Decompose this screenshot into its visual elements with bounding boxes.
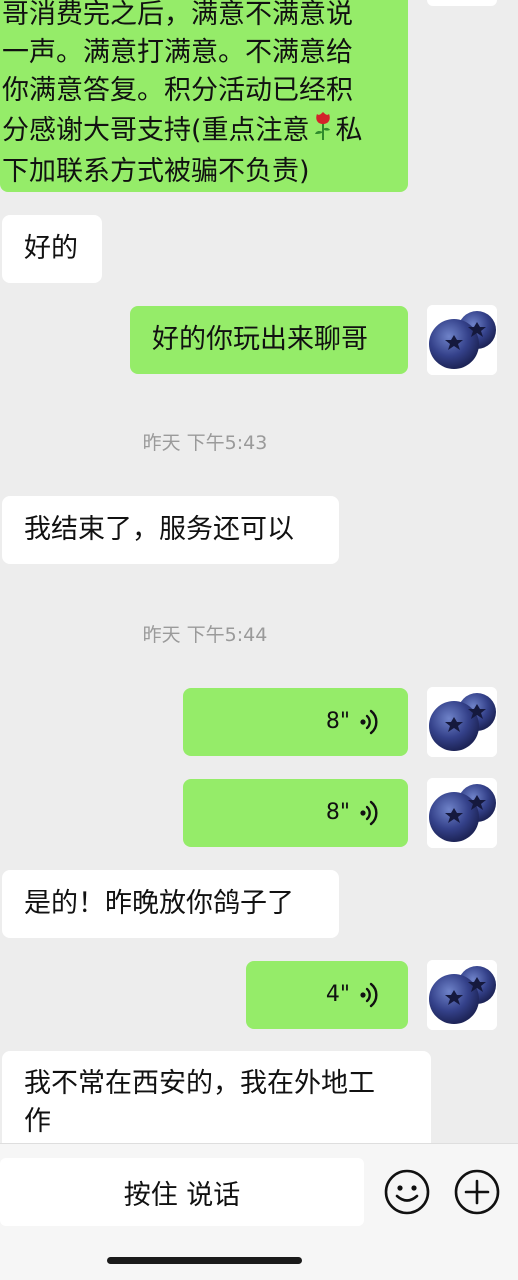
message-text: 是的！昨晚放你鸽子了: [24, 888, 294, 919]
message-line: 我不常在西安的，我在外地工: [24, 1068, 375, 1099]
voice-duration: 8": [325, 800, 350, 825]
voice-wave-icon: [359, 709, 378, 735]
message-text: 好的: [24, 233, 78, 264]
message-text: 好的你玩出来聊哥: [152, 324, 368, 355]
timestamp: 昨天 下午5:43: [142, 432, 268, 454]
message-bubble-incoming[interactable]: 我结束了，服务还可以: [2, 496, 339, 564]
message-line: 作: [24, 1106, 51, 1137]
message-line: 哥消费完之后，满意不满意说: [2, 0, 353, 30]
avatar-edge: [427, 0, 497, 6]
blueberry-avatar: [427, 687, 497, 757]
avatar[interactable]: [427, 687, 497, 757]
voice-message-bubble[interactable]: 4": [246, 961, 408, 1029]
message-text: 我结束了，服务还可以: [24, 514, 294, 545]
plus-circle-icon[interactable]: [453, 1168, 501, 1216]
blueberry-avatar: [427, 960, 497, 1030]
message-bubble-outgoing[interactable]: 好的你玩出来聊哥: [130, 306, 408, 374]
smiley-icon[interactable]: [383, 1168, 431, 1216]
message-bubble-incoming[interactable]: 是的！昨晚放你鸽子了: [2, 870, 339, 938]
message-line: 下加联系方式被骗不负责): [2, 156, 310, 187]
home-indicator[interactable]: [107, 1257, 302, 1264]
message-bubble-incoming[interactable]: 我不常在西安的，我在外地工 作: [2, 1051, 431, 1143]
blueberry-avatar: [427, 305, 497, 375]
avatar[interactable]: [427, 778, 497, 848]
voice-message-bubble[interactable]: 8": [183, 688, 408, 756]
chat-area[interactable]: 哥消费完之后，满意不满意说 一声。满意打满意。不满意给 你满意答复。积分活动已经…: [0, 0, 518, 1143]
voice-duration: 8": [325, 709, 350, 734]
message-fragment: 分感谢大哥支持(重点注意: [2, 115, 310, 146]
avatar[interactable]: [427, 305, 497, 375]
message-fragment: 私: [335, 115, 363, 146]
message-line: 你满意答复。积分活动已经积: [2, 75, 353, 106]
voice-message-bubble[interactable]: 8": [183, 779, 408, 847]
message-bubble-outgoing[interactable]: 哥消费完之后，满意不满意说 一声。满意打满意。不满意给 你满意答复。积分活动已经…: [0, 0, 408, 192]
message-bubble-incoming[interactable]: 好的: [2, 215, 102, 283]
timestamp: 昨天 下午5:44: [142, 624, 268, 646]
voice-wave-icon: [359, 982, 378, 1008]
voice-duration: 4": [325, 982, 350, 1007]
rose-emoji: [312, 110, 334, 153]
blueberry-avatar: [427, 778, 497, 848]
message-line: 分感谢大哥支持(重点注意 私: [2, 110, 408, 153]
voice-wave-icon: [359, 800, 378, 826]
message-line: 一声。满意打满意。不满意给: [2, 37, 353, 68]
avatar[interactable]: [427, 960, 497, 1030]
hold-to-talk-button[interactable]: 按住 说话: [0, 1158, 364, 1226]
